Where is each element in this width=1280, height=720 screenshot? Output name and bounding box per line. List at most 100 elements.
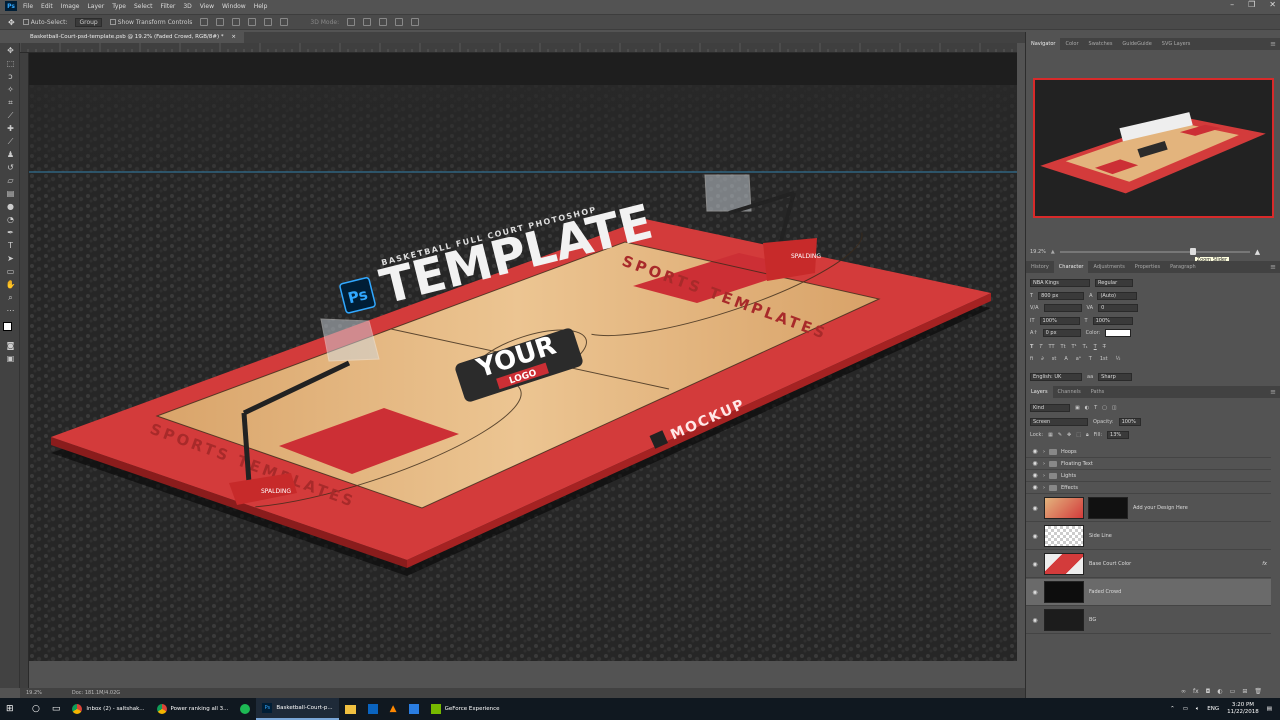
show-transform-checkbox[interactable]: Show Transform Controls: [109, 19, 192, 26]
menu-file[interactable]: File: [23, 3, 33, 10]
align-left-icon[interactable]: [248, 18, 257, 26]
layer-side-line[interactable]: ◉ Side Line: [1026, 523, 1271, 550]
strikethrough-button[interactable]: T̶: [1103, 344, 1106, 350]
status-doc-size[interactable]: Doc: 181.1M/4.02G: [72, 690, 120, 696]
ornament-button[interactable]: ∂: [1041, 356, 1044, 362]
all-caps-button[interactable]: TT: [1048, 344, 1054, 350]
link-layers-icon[interactable]: ∞: [1181, 688, 1186, 695]
filter-smart-icon[interactable]: ◫: [1112, 405, 1117, 411]
lasso-icon[interactable]: ↄ: [5, 72, 16, 81]
add-mask-icon[interactable]: ◘: [1206, 688, 1211, 695]
layer-group-floating-text[interactable]: ◉ › Floating Text: [1026, 458, 1271, 470]
ordinal-button[interactable]: T: [1089, 356, 1092, 362]
layer-add-your-design[interactable]: ◉ Add your Design Here: [1026, 495, 1271, 522]
spotify-icon[interactable]: [234, 698, 256, 720]
taskbar-chrome-power[interactable]: Power ranking all 3...: [151, 698, 235, 720]
swash-button[interactable]: A: [1064, 356, 1067, 362]
fx-icon[interactable]: fx: [1262, 561, 1267, 567]
baseline-field[interactable]: 0 px: [1042, 329, 1081, 337]
app-icon-3[interactable]: [403, 698, 425, 720]
horizontal-scale-field[interactable]: 100%: [1092, 317, 1133, 325]
auto-select-dropdown[interactable]: Group: [75, 17, 102, 27]
navigator-zoom-value[interactable]: 19.2%: [1030, 249, 1046, 255]
minimize-button[interactable]: –: [1230, 0, 1234, 9]
document-tab[interactable]: Basketball-Court-psd-template.psb @ 19.2…: [22, 32, 244, 43]
font-family-select[interactable]: NBA Kings: [1030, 279, 1090, 287]
eye-icon[interactable]: ◉: [1030, 533, 1040, 540]
magic-wand-icon[interactable]: ✧: [5, 85, 16, 94]
align-center-icon[interactable]: [264, 18, 273, 26]
status-zoom[interactable]: 19.2%: [26, 690, 42, 696]
tracking-field[interactable]: 0: [1098, 304, 1139, 312]
eye-icon[interactable]: ◉: [1030, 472, 1040, 479]
blend-mode-select[interactable]: Screen: [1030, 418, 1088, 426]
dodge-icon[interactable]: ◔: [5, 215, 16, 224]
filter-pixel-icon[interactable]: ▣: [1075, 405, 1080, 411]
menu-image[interactable]: Image: [61, 3, 80, 10]
filter-adjust-icon[interactable]: ◐: [1085, 405, 1089, 411]
fill-field[interactable]: 13%: [1107, 431, 1130, 439]
type-icon[interactable]: T: [5, 241, 16, 250]
menu-filter[interactable]: Filter: [161, 3, 176, 10]
align-right-icon[interactable]: [280, 18, 289, 26]
chevron-right-icon[interactable]: ›: [1043, 473, 1045, 479]
lock-artboard-icon[interactable]: ⬚: [1076, 432, 1081, 438]
screen-mode-icon[interactable]: ▣: [5, 354, 16, 363]
layer-base-court-color[interactable]: ◉ Base Court Color fx: [1026, 551, 1271, 578]
outlook-icon[interactable]: [362, 698, 384, 720]
tab-character[interactable]: Character: [1053, 261, 1089, 273]
language-select[interactable]: English: UK: [1030, 373, 1082, 381]
eye-icon[interactable]: ◉: [1030, 617, 1040, 624]
layer-group-hoops[interactable]: ◉ › Hoops: [1026, 446, 1271, 458]
opacity-field[interactable]: 100%: [1118, 418, 1141, 426]
taskbar-geforce[interactable]: GeForce Experience: [425, 698, 506, 720]
lock-all-icon[interactable]: 🔒︎: [1086, 432, 1089, 438]
eraser-icon[interactable]: ▱: [5, 176, 16, 185]
zoom-icon[interactable]: ⌕: [5, 293, 16, 302]
auto-select-checkbox[interactable]: Auto-Select:: [22, 19, 67, 26]
file-explorer-icon[interactable]: [339, 698, 362, 720]
zoom-slider[interactable]: Zoom Slider: [1059, 248, 1250, 263]
eye-icon[interactable]: ◉: [1030, 561, 1040, 568]
layer-style-icon[interactable]: fx: [1193, 688, 1199, 695]
task-view-icon[interactable]: ▭: [46, 698, 67, 720]
marquee-icon[interactable]: ⬚: [5, 59, 16, 68]
tab-swatches[interactable]: Swatches: [1084, 38, 1118, 50]
foreground-color-swatch[interactable]: [3, 322, 12, 331]
titling-button[interactable]: aᵃ: [1076, 356, 1081, 362]
tab-navigator[interactable]: Navigator: [1026, 38, 1061, 50]
restore-button[interactable]: ❐: [1248, 0, 1255, 9]
chevron-right-icon[interactable]: ›: [1043, 449, 1045, 455]
gradient-icon[interactable]: ▤: [5, 189, 16, 198]
crop-icon[interactable]: ⌗: [5, 98, 16, 107]
tray-chevron-icon[interactable]: ⌃: [1170, 706, 1175, 712]
chevron-right-icon[interactable]: ›: [1043, 461, 1045, 467]
search-icon[interactable]: ○: [26, 698, 46, 720]
menu-help[interactable]: Help: [254, 3, 268, 10]
align-top-icon[interactable]: [200, 18, 209, 26]
notifications-icon[interactable]: ▤: [1267, 706, 1272, 712]
orbit-3d-icon[interactable]: [347, 18, 356, 26]
clock[interactable]: 3:20 PM 11/22/2018: [1227, 702, 1259, 716]
brush-icon[interactable]: ⟋: [5, 137, 16, 146]
layer-group-lights[interactable]: ◉ › Lights: [1026, 470, 1271, 482]
tab-svg-layers[interactable]: SVG Layers: [1157, 38, 1196, 50]
clone-stamp-icon[interactable]: ♟: [5, 150, 16, 159]
filter-type-icon[interactable]: T: [1094, 405, 1097, 411]
volume-icon[interactable]: 🔈︎: [1196, 706, 1199, 713]
delete-layer-icon[interactable]: 🗑︎: [1254, 688, 1262, 695]
eye-icon[interactable]: ◉: [1030, 589, 1040, 596]
tab-properties[interactable]: Properties: [1130, 261, 1165, 273]
kerning-field[interactable]: [1043, 304, 1082, 312]
stylistic-button[interactable]: st: [1052, 356, 1057, 362]
tab-layers[interactable]: Layers: [1026, 386, 1053, 398]
faux-bold-button[interactable]: T: [1030, 344, 1033, 350]
tab-paths[interactable]: Paths: [1086, 386, 1110, 398]
eye-icon[interactable]: ◉: [1030, 484, 1040, 491]
path-selection-icon[interactable]: ➤: [5, 254, 16, 263]
slide-3d-icon[interactable]: [395, 18, 404, 26]
blur-icon[interactable]: ●: [5, 202, 16, 211]
layer-filter-kind[interactable]: Kind: [1030, 404, 1070, 412]
more-tools-icon[interactable]: ⋯: [5, 306, 16, 315]
zoom-slider-handle[interactable]: [1189, 248, 1196, 255]
